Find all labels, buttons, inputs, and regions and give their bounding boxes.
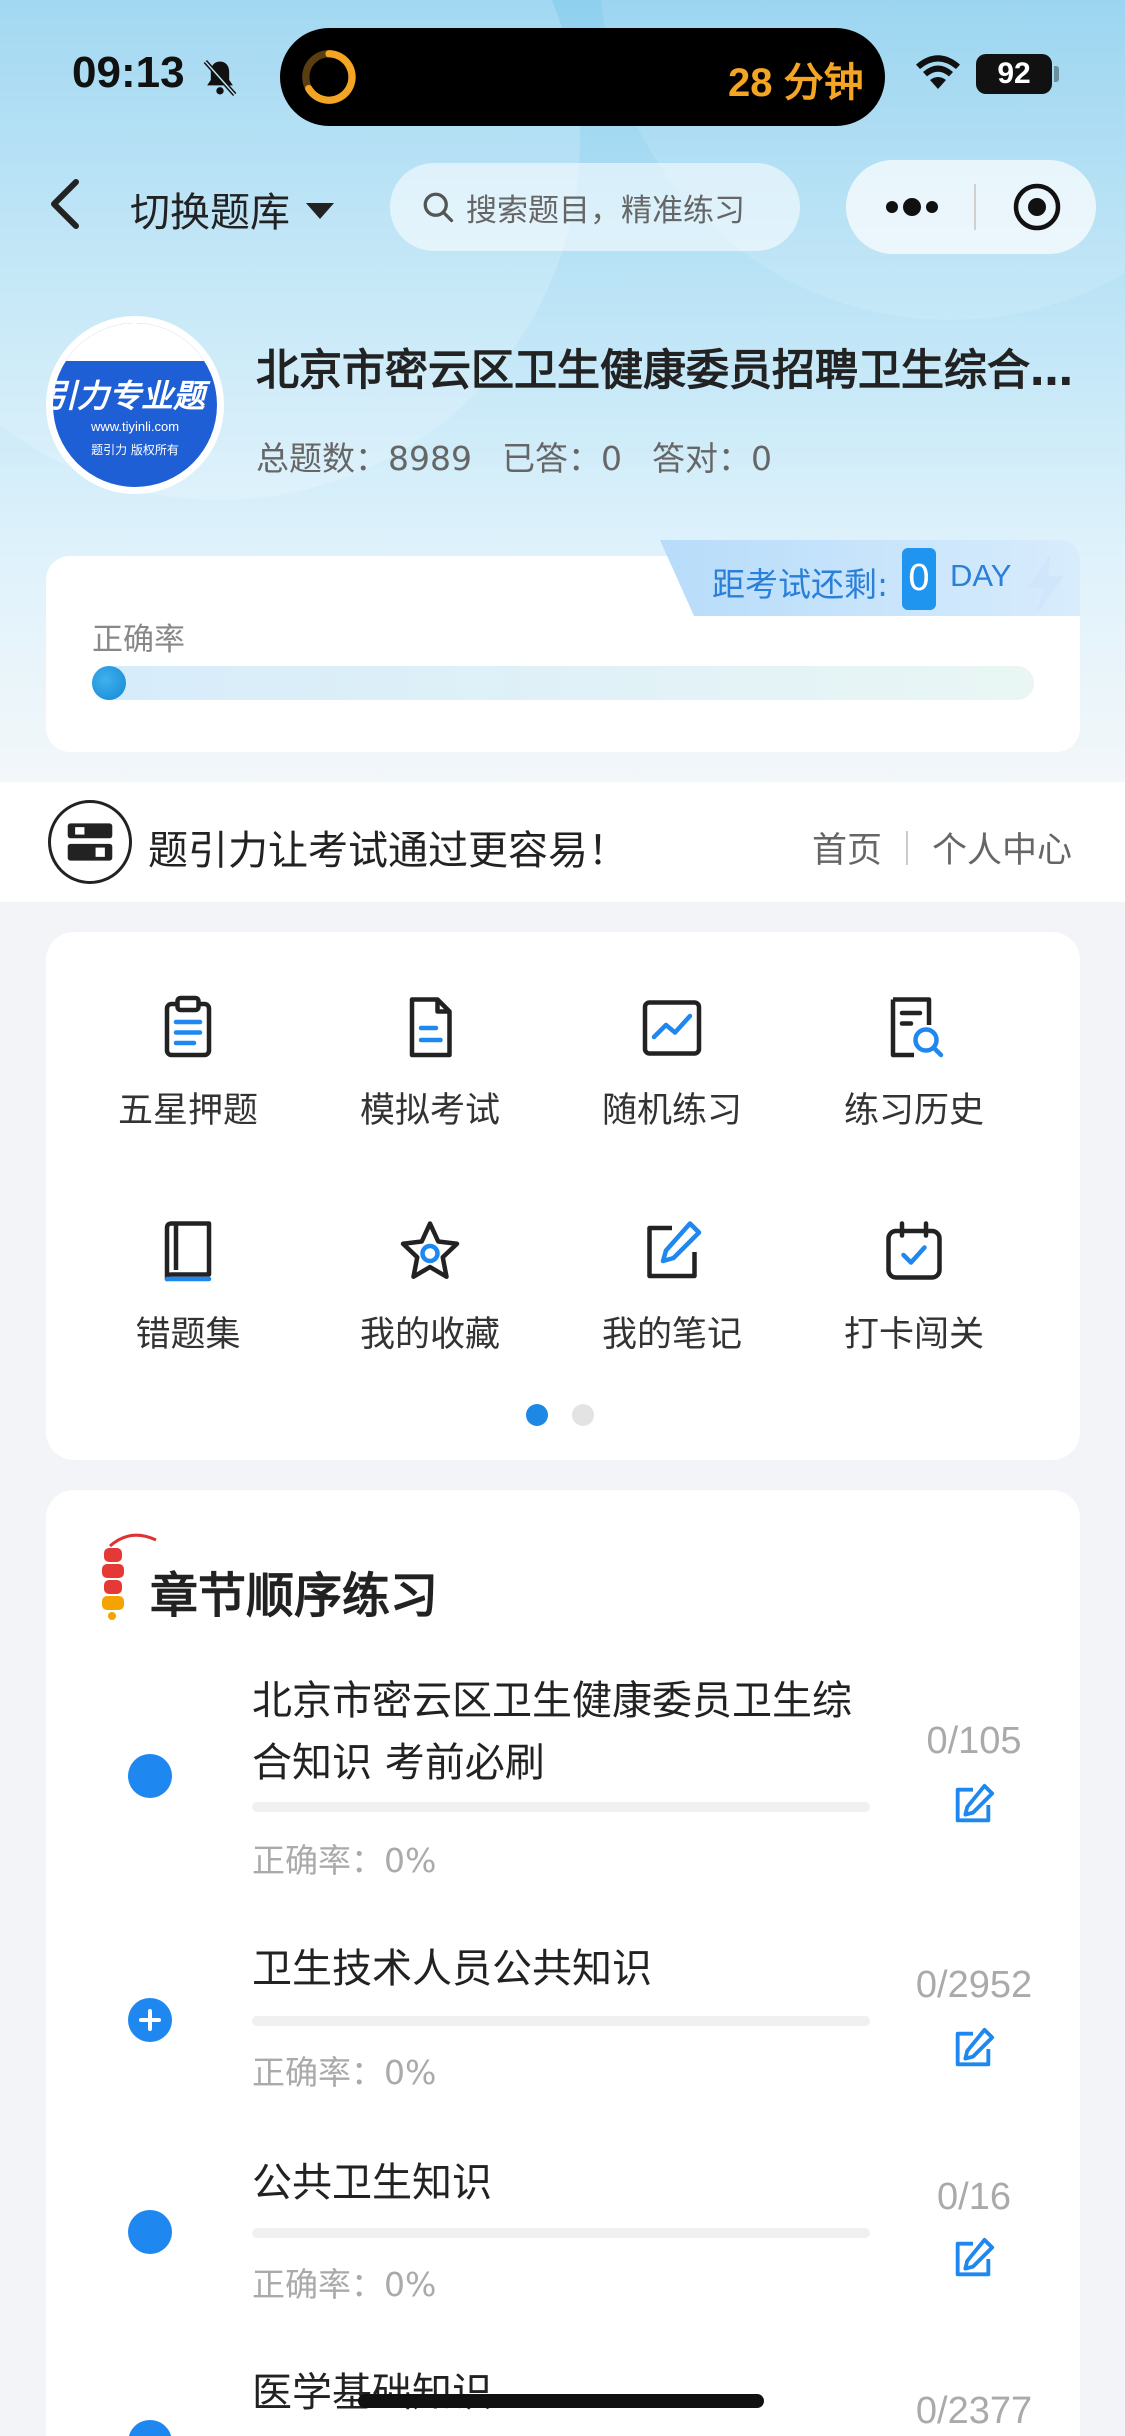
more-icon[interactable] — [882, 192, 942, 222]
switch-bank-label: 切换题库 — [130, 190, 290, 236]
bank-title: 北京市密云区卫生健康委员招聘卫生综合知识 — [256, 346, 1076, 396]
chapter-section-title: 章节顺序练习 — [150, 1568, 439, 1624]
logo-url-text: www.tiyinli.com — [90, 419, 180, 434]
caret-down-icon — [306, 203, 334, 219]
grid-label: 错题集 — [135, 1315, 241, 1355]
timer-text: 28 分钟 — [728, 61, 864, 105]
chapter-name: 公共卫生知识 — [252, 2160, 492, 2206]
chapter-expand-icon[interactable] — [128, 1998, 172, 2042]
chapter-status-dot — [128, 1754, 172, 1798]
home-indicator[interactable] — [358, 2394, 764, 2408]
search-input[interactable]: 搜索题目，精准练习 — [390, 163, 800, 251]
capsule-divider — [974, 184, 976, 230]
brand-logo-icon — [48, 800, 132, 884]
bell-muted-icon — [203, 60, 237, 96]
wifi-icon — [916, 55, 960, 89]
link-separator — [906, 830, 909, 865]
chapter-count: 0/2377 — [915, 2390, 1033, 2432]
logo-copyright-text: 题引力 版权所有 — [91, 443, 179, 457]
chapter-status-dot — [128, 2210, 172, 2254]
miniapp-capsule — [846, 160, 1096, 254]
battery-indicator: 92 — [976, 54, 1052, 94]
grid-label: 练习历史 — [843, 1091, 984, 1131]
slogan-text: 题引力让考试通过更容易！ — [148, 828, 628, 874]
page-dot-active[interactable] — [526, 1404, 548, 1426]
grid-item-history[interactable]: 练习历史 — [794, 932, 1034, 1132]
page-indicator — [526, 1404, 594, 1426]
accuracy-label: 正确率 — [92, 622, 185, 658]
grid-item-notes[interactable]: 我的笔记 — [552, 1156, 792, 1356]
link-profile[interactable]: 个人中心 — [932, 822, 1072, 873]
chapter-name: 北京市密云区卫生健康委员卫生综合知识 考前必刷 — [252, 1678, 852, 1786]
grid-label: 五星押题 — [117, 1091, 258, 1131]
status-time: 09:13 — [72, 48, 185, 97]
chapter-count: 0/2952 — [915, 1964, 1033, 2006]
lightning-icon — [1028, 554, 1064, 614]
chapter-progress-bar — [252, 2016, 870, 2026]
stat-total: 总题数：8989 — [256, 439, 472, 478]
grid-label: 模拟考试 — [359, 1091, 500, 1131]
link-home[interactable]: 首页 — [812, 822, 882, 873]
accuracy-progress-track — [92, 666, 1034, 700]
grid-item-checkin[interactable]: 打卡闯关 — [794, 1156, 1034, 1356]
grid-item-wrong-questions[interactable]: 错题集 — [68, 1156, 308, 1356]
chapter-accuracy: 正确率：0% — [252, 2053, 437, 2092]
grid-label: 随机练习 — [601, 1091, 742, 1131]
grid-label: 打卡闯关 — [843, 1315, 984, 1355]
chapter-count: 0/105 — [926, 1720, 1022, 1762]
timer-icon — [302, 50, 356, 104]
exam-countdown-label: 距考试还剩: — [712, 565, 889, 604]
accuracy-progress-handle — [92, 666, 126, 700]
book-icon — [164, 1221, 212, 1282]
document-icon — [409, 997, 452, 1058]
grid-item-favorites[interactable]: 我的收藏 — [310, 1156, 550, 1356]
nav-links: 首页 个人中心 — [812, 822, 1072, 873]
day-unit: DAY — [950, 558, 1012, 593]
chapter-accuracy: 正确率：0% — [252, 2265, 437, 2304]
chapter-count: 0/16 — [937, 2176, 1011, 2218]
edit-icon[interactable] — [950, 1782, 996, 1828]
page-dot[interactable] — [572, 1404, 594, 1426]
logo-brand-text: 引力专业题 — [53, 377, 206, 415]
edit-icon[interactable] — [950, 2236, 996, 2282]
feature-grid-card: 五星押题 模拟考试 随机练习 练习历史 错题集 我的收藏 我的笔记 打卡闯关 — [46, 932, 1080, 1460]
note-icon — [647, 1221, 702, 1279]
bank-logo: 引力专业题 www.tiyinli.com 题引力 版权所有 — [46, 316, 224, 494]
switch-bank-dropdown[interactable]: 切换题库 — [130, 180, 334, 238]
grid-item-five-star[interactable]: 五星押题 — [68, 932, 308, 1132]
star-icon — [400, 1221, 460, 1279]
bank-stats: 总题数：8989 已答：0 答对：0 — [256, 432, 772, 480]
grid-label: 我的笔记 — [601, 1315, 742, 1355]
chapter-progress-bar — [252, 1802, 870, 1812]
search-icon — [423, 192, 454, 223]
clipboard-icon — [164, 995, 212, 1058]
close-target-icon[interactable] — [1012, 182, 1062, 232]
edit-icon[interactable] — [950, 2026, 996, 2072]
back-icon[interactable] — [46, 176, 86, 232]
battery-nub — [1054, 66, 1059, 82]
grid-item-mock-exam[interactable]: 模拟考试 — [310, 932, 550, 1132]
stat-answered: 已答：0 — [501, 439, 622, 478]
calendar-check-icon — [886, 1221, 942, 1280]
search-placeholder: 搜索题目，精准练习 — [466, 192, 745, 229]
search-doc-icon — [890, 997, 944, 1058]
chapter-name: 卫生技术人员公共知识 — [252, 1946, 652, 1992]
days-remaining: 0 — [902, 548, 936, 610]
chapter-progress-bar — [252, 2228, 870, 2238]
chapter-accuracy: 正确率：0% — [252, 1841, 437, 1880]
stat-correct: 答对：0 — [651, 439, 772, 478]
grid-item-random-practice[interactable]: 随机练习 — [552, 932, 792, 1132]
grid-label: 我的收藏 — [359, 1315, 500, 1355]
chapter-name: 医学基础知识 — [252, 2370, 492, 2416]
chart-icon — [642, 1000, 702, 1056]
